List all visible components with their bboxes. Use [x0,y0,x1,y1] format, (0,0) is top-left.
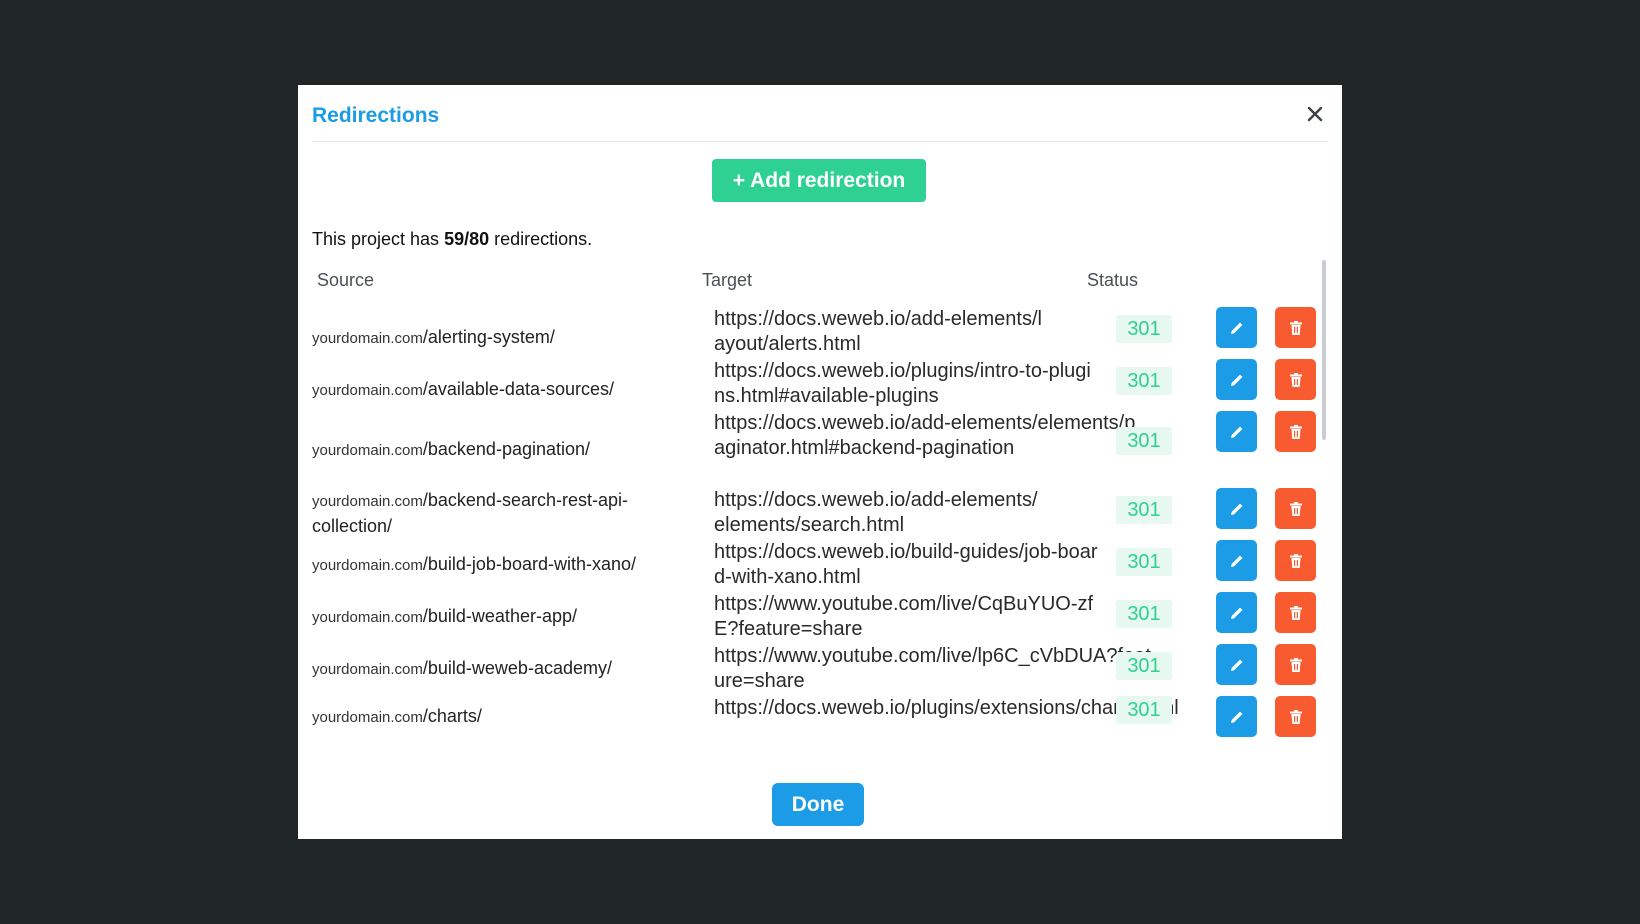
summary-prefix: This project has [312,229,445,249]
source-domain: yourdomain.com [312,609,423,626]
source-domain: yourdomain.com [312,442,423,459]
source-domain: yourdomain.com [312,493,423,510]
source-path: yourdomain.com/alerting-system/ [312,325,692,351]
dialog-title: Redirections [312,104,440,127]
source-domain: yourdomain.com [312,557,423,574]
pencil-icon [1230,426,1242,438]
trash-icon [1289,372,1302,387]
table-row: yourdomain.com/build-weather-app/https:/… [312,592,1332,644]
target-url: https://docs.weweb.io/add-elements/eleme… [714,489,1038,536]
add-redirection-button[interactable]: + Add redirection [712,159,926,202]
source-domain: yourdomain.com [312,709,423,726]
done-button[interactable]: Done [772,783,864,826]
list-scrollbar[interactable] [1322,260,1326,440]
target-url: https://docs.weweb.io/build-guides/job-b… [714,541,1098,588]
table-row: yourdomain.com/backend-pagination/https:… [312,411,1332,463]
status-badge: 301 [1116,496,1172,524]
edit-button[interactable] [1216,644,1257,685]
source-path: yourdomain.com/build-weweb-academy/ [312,656,692,682]
redirection-count: 59/80 [444,229,490,249]
trash-icon [1289,320,1302,335]
trash-icon [1289,657,1302,672]
trash-icon [1289,553,1302,568]
source-path: yourdomain.com/backend-search-rest-api-c… [312,488,692,538]
pencil-icon [1230,374,1242,386]
target-url: https://www.youtube.com/live/lp6C_cVbDUA… [714,645,1151,692]
delete-button[interactable] [1275,540,1316,581]
edit-button[interactable] [1216,359,1257,400]
table-row: yourdomain.com/available-data-sources/ht… [312,359,1332,411]
source-path: yourdomain.com/backend-pagination/ [312,437,692,463]
close-icon [1307,106,1323,122]
source-path-text: /charts/ [422,706,482,726]
close-button[interactable] [1302,101,1328,127]
source-path-text: /build-job-board-with-xano/ [422,554,636,574]
source-domain: yourdomain.com [312,661,423,678]
source-path: yourdomain.com/build-weather-app/ [312,604,692,630]
edit-button[interactable] [1216,411,1257,452]
status-badge: 301 [1116,427,1172,455]
source-path-text: /backend-pagination/ [422,439,591,459]
source-path: yourdomain.com/available-data-sources/ [312,377,692,403]
edit-button[interactable] [1216,696,1257,737]
target-url: https://www.youtube.com/live/CqBuYUO-zfE… [714,593,1094,640]
status-badge: 301 [1116,367,1172,395]
pencil-icon [1230,607,1242,619]
status-badge: 301 [1116,652,1172,680]
trash-icon [1289,424,1302,439]
redirection-summary: This project has 59/80 redirections. [312,229,592,250]
status-badge: 301 [1116,315,1172,343]
delete-button[interactable] [1275,307,1316,348]
trash-icon [1289,709,1302,724]
status-badge: 301 [1116,696,1172,724]
column-header-source: Source [317,270,375,290]
source-path-text: /available-data-sources/ [422,379,614,399]
pencil-icon [1230,659,1242,671]
pencil-icon [1230,555,1242,567]
source-domain: yourdomain.com [312,382,423,399]
dialog-header: Redirections [312,85,1328,142]
table-row: yourdomain.com/backend-search-rest-api-c… [312,488,1332,540]
table-row: yourdomain.com/build-job-board-with-xano… [312,540,1332,592]
trash-icon [1289,501,1302,516]
target-url: https://docs.weweb.io/add-elements/layou… [714,308,1042,355]
source-path-text: /alerting-system/ [422,327,555,347]
edit-button[interactable] [1216,307,1257,348]
pencil-icon [1230,322,1242,334]
delete-button[interactable] [1275,592,1316,633]
delete-button[interactable] [1275,644,1316,685]
source-path: yourdomain.com/build-job-board-with-xano… [312,552,692,578]
source-path: yourdomain.com/charts/ [312,704,692,730]
delete-button[interactable] [1275,488,1316,529]
table-row: yourdomain.com/alerting-system/https://d… [312,307,1332,359]
column-header-status: Status [1087,270,1139,290]
edit-button[interactable] [1216,488,1257,529]
target-url: https://docs.weweb.io/add-elements/eleme… [714,412,1136,459]
edit-button[interactable] [1216,592,1257,633]
target-url: https://docs.weweb.io/plugins/intro-to-p… [714,360,1091,407]
status-badge: 301 [1116,548,1172,576]
delete-button[interactable] [1275,696,1316,737]
summary-suffix: redirections. [489,229,593,249]
table-row: yourdomain.com/build-weweb-academy/https… [312,644,1332,696]
table-row: yourdomain.com/charts/https://docs.weweb… [312,696,1332,748]
trash-icon [1289,605,1302,620]
pencil-icon [1230,503,1242,515]
pencil-icon [1230,711,1242,723]
source-domain: yourdomain.com [312,330,423,347]
delete-button[interactable] [1275,359,1316,400]
status-badge: 301 [1116,600,1172,628]
source-path-text: /build-weather-app/ [422,606,577,626]
redirection-list: yourdomain.com/alerting-system/https://d… [312,307,1332,759]
redirections-dialog: Redirections + Add redirection This proj… [298,85,1342,839]
edit-button[interactable] [1216,540,1257,581]
source-path-text: /build-weweb-academy/ [422,658,612,678]
delete-button[interactable] [1275,411,1316,452]
column-header-target: Target [702,270,753,290]
